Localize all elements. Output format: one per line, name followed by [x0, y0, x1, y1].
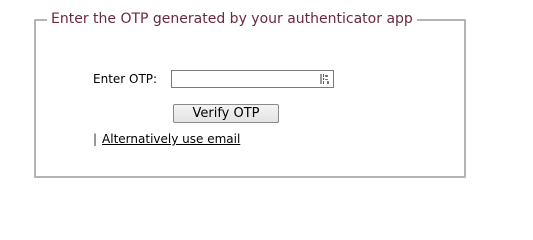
otp-input-box[interactable] — [171, 70, 335, 88]
otp-row: Enter OTP: — [93, 70, 335, 88]
separator: | — [93, 132, 98, 146]
fieldset-legend: Enter the OTP generated by your authenti… — [47, 10, 417, 28]
use-email-link[interactable]: Alternatively use email — [102, 132, 240, 146]
otp-page: Enter the OTP generated by your authenti… — [0, 0, 533, 204]
password-manager-key-icon[interactable] — [319, 73, 331, 85]
verify-otp-button[interactable]: Verify OTP — [173, 104, 279, 123]
otp-label: Enter OTP: — [93, 72, 158, 86]
otp-input[interactable] — [172, 71, 319, 87]
otp-fieldset: Enter the OTP generated by your authenti… — [34, 10, 466, 178]
alternative-row: | Alternatively use email — [93, 131, 240, 147]
